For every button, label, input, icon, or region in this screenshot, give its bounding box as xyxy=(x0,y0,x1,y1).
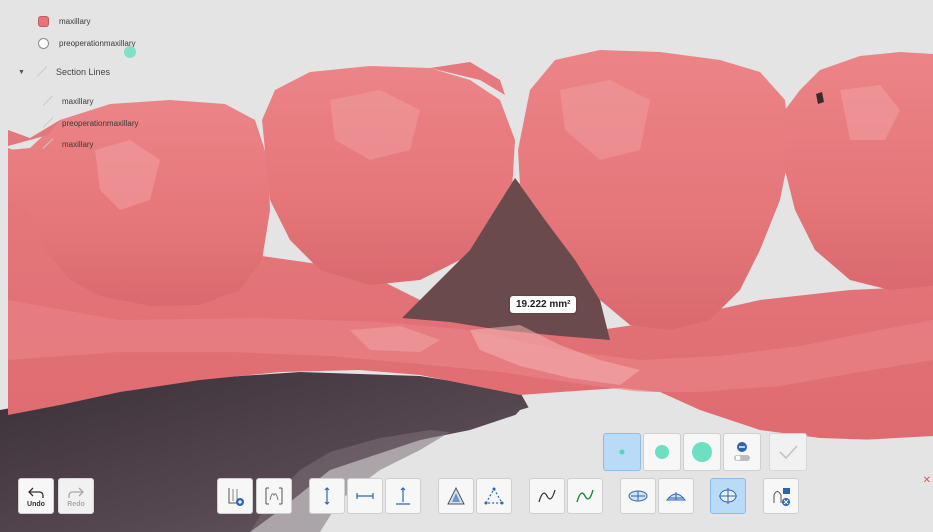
add-section-icon xyxy=(228,488,244,506)
section-line-item[interactable]: maxillary xyxy=(40,137,94,151)
tree-group-section-lines[interactable]: ▼ Section Lines xyxy=(18,65,110,79)
brush-medium-button[interactable] xyxy=(643,433,681,471)
section-line-icon xyxy=(40,116,54,130)
area-measurement-label: 19.222 mm² xyxy=(510,296,577,313)
arch-dots-button[interactable] xyxy=(658,478,694,514)
height-measure-icon xyxy=(396,487,410,505)
horizontal-line-button[interactable] xyxy=(347,478,383,514)
tree-item-maxillary[interactable]: maxillary xyxy=(38,16,91,27)
section-line-label: maxillary xyxy=(62,139,94,149)
redo-button[interactable]: Redo xyxy=(58,478,94,514)
undo-label: Undo xyxy=(27,501,45,508)
section-line-icon xyxy=(34,65,48,79)
section-lines-label: Section Lines xyxy=(56,67,111,77)
curve-line-icon xyxy=(538,489,556,503)
arch-dots-icon xyxy=(665,492,687,501)
triangle-dash-icon xyxy=(484,487,504,505)
curve-line-alt-button[interactable] xyxy=(567,478,603,514)
vertical-line-icon xyxy=(324,487,330,505)
horizontal-line-icon xyxy=(356,493,374,499)
cross-oval-button[interactable] xyxy=(710,478,746,514)
section-line-icon xyxy=(40,94,54,108)
section-line-label: maxillary xyxy=(62,96,94,106)
section-frame-button[interactable] xyxy=(256,478,292,514)
checkmark-icon xyxy=(779,445,798,460)
undo-arrow-icon xyxy=(28,487,44,498)
brush-small-button[interactable] xyxy=(603,433,641,471)
triangle-area-icon xyxy=(447,486,465,505)
large-dot-icon xyxy=(692,442,712,462)
redo-arrow-icon xyxy=(68,487,84,498)
triangle-dash-button[interactable] xyxy=(476,478,512,514)
brush-large-button[interactable] xyxy=(683,433,721,471)
oval-dots-icon xyxy=(628,490,648,502)
section-line-icon xyxy=(40,137,54,151)
height-measure-button[interactable] xyxy=(385,478,421,514)
close-icon[interactable]: ✕ xyxy=(923,475,931,486)
section-line-label: preoperationmaxillary xyxy=(62,118,139,128)
curve-line-button[interactable] xyxy=(529,478,565,514)
redo-label: Redo xyxy=(67,501,85,508)
tree-item-label: preoperationmaxillary xyxy=(59,39,136,48)
tree-item-label: maxillary xyxy=(59,17,91,26)
confirm-button[interactable] xyxy=(769,433,807,471)
tree-item-preoperationmaxillary[interactable]: preoperationmaxillary xyxy=(38,38,135,49)
vertical-line-button[interactable] xyxy=(309,478,345,514)
medium-dot-icon xyxy=(655,445,669,459)
section-line-item[interactable]: preoperationmaxillary xyxy=(40,116,138,130)
toggle-minus-icon xyxy=(734,442,750,461)
cross-oval-icon xyxy=(719,488,737,504)
undo-button[interactable]: Undo xyxy=(18,478,54,514)
triangle-area-button[interactable] xyxy=(438,478,474,514)
small-dot-icon xyxy=(619,449,625,455)
hexagon-swatch-icon[interactable] xyxy=(38,16,49,27)
add-section-button[interactable] xyxy=(217,478,253,514)
caret-down-icon[interactable]: ▼ xyxy=(18,69,26,76)
curve-line-alt-icon xyxy=(576,489,594,503)
brush-toggle-button[interactable] xyxy=(723,433,761,471)
circle-swatch-icon[interactable] xyxy=(38,38,49,49)
oval-dots-button[interactable] xyxy=(620,478,656,514)
remove-section-icon xyxy=(773,488,790,506)
section-line-item[interactable]: maxillary xyxy=(40,94,94,108)
cursor-marker-icon xyxy=(124,46,136,58)
section-frame-icon xyxy=(265,487,283,505)
remove-section-button[interactable] xyxy=(763,478,799,514)
